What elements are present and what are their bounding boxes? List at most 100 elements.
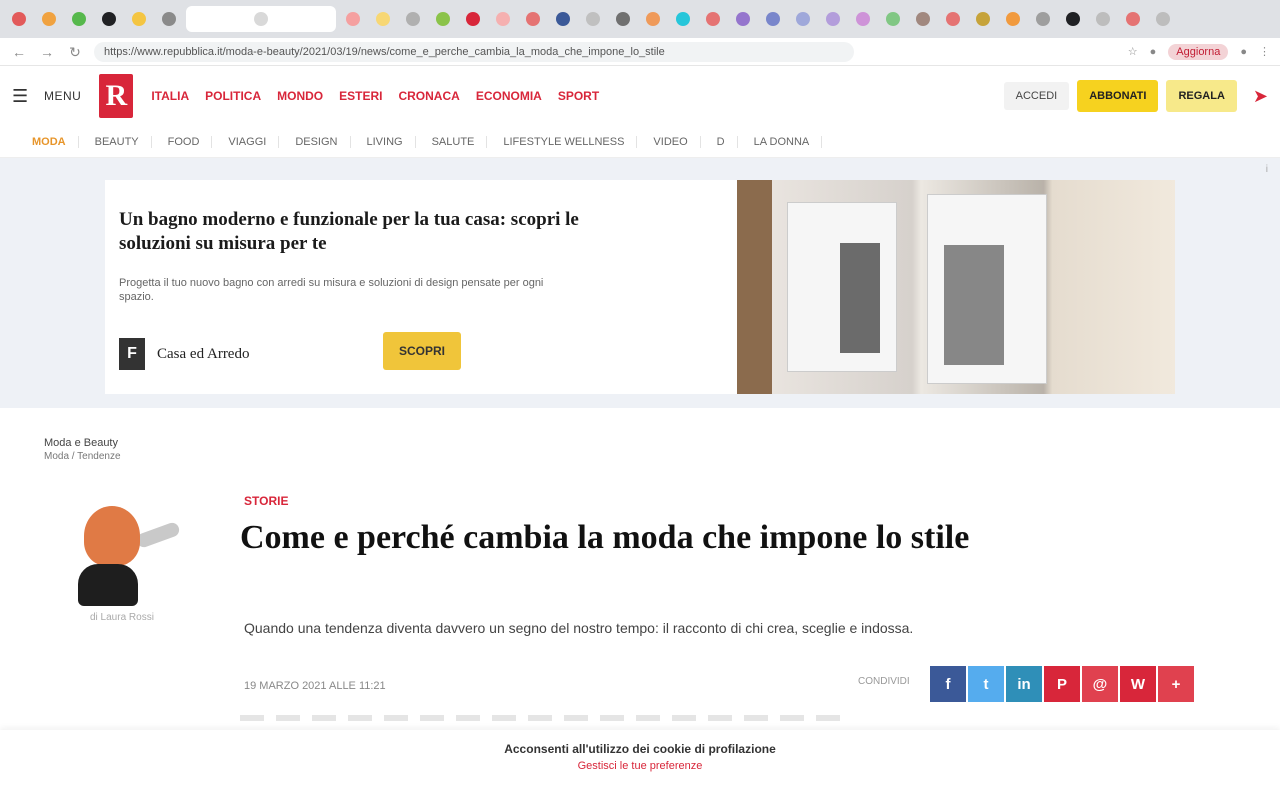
browser-tab[interactable] — [490, 6, 516, 32]
browser-tab[interactable] — [156, 6, 182, 32]
author-avatar[interactable] — [74, 506, 184, 606]
ad-description: Progetta il tuo nuovo bagno con arredi s… — [119, 277, 544, 303]
ad-brand-logo: F — [119, 338, 145, 370]
topnav-item[interactable]: MONDO — [277, 89, 323, 103]
star-icon[interactable]: ☆ — [1128, 45, 1138, 58]
tab-favicon-icon — [616, 12, 630, 26]
browser-tab[interactable] — [1090, 6, 1116, 32]
browser-tab[interactable] — [760, 6, 786, 32]
subnav-item[interactable]: DESIGN — [283, 135, 351, 148]
browser-tab[interactable] — [340, 6, 366, 32]
subnav-item[interactable]: FOOD — [156, 135, 213, 148]
address-bar[interactable]: https://www.repubblica.it/moda-e-beauty/… — [94, 41, 854, 62]
topnav-item[interactable]: POLITICA — [205, 89, 261, 103]
ad-banner[interactable]: Un bagno moderno e funzionale per la tua… — [105, 180, 1175, 394]
menu-label[interactable]: MENU — [44, 89, 81, 103]
browser-tab[interactable] — [970, 6, 996, 32]
subnav-item[interactable]: LIVING — [355, 135, 416, 148]
subnav-item[interactable]: VIDEO — [641, 135, 701, 148]
topnav-item[interactable]: CRONACA — [398, 89, 459, 103]
browser-tab[interactable] — [1060, 6, 1086, 32]
ad-image[interactable] — [737, 180, 1175, 394]
reload-icon[interactable]: ↻ — [66, 43, 84, 61]
forward-icon[interactable]: → — [38, 43, 56, 61]
browser-tab[interactable] — [820, 6, 846, 32]
update-button[interactable]: Aggiorna — [1168, 43, 1229, 60]
subnav-item[interactable]: LA DONNA — [742, 135, 823, 148]
subnav-item[interactable]: LIFESTYLE WELLNESS — [491, 135, 638, 148]
share-arrow-icon[interactable]: ➤ — [1253, 86, 1268, 107]
twitter-icon[interactable]: t — [968, 666, 1004, 702]
tab-favicon-icon — [796, 12, 810, 26]
browser-tab[interactable] — [96, 6, 122, 32]
browser-tab[interactable] — [550, 6, 576, 32]
browser-tab[interactable] — [850, 6, 876, 32]
browser-tab-active[interactable] — [186, 6, 336, 32]
topnav-item[interactable]: ITALIA — [151, 89, 189, 103]
browser-tab[interactable] — [520, 6, 546, 32]
subnav-item[interactable]: VIAGGI — [216, 135, 280, 148]
browser-tab[interactable] — [126, 6, 152, 32]
site-header: ☰ MENU R ITALIA POLITICA MONDO ESTERI CRONAC… — [0, 66, 1280, 126]
site-logo[interactable]: R — [99, 74, 134, 118]
subnav-item[interactable]: D — [705, 135, 738, 148]
article-kicker[interactable]: STORIE — [244, 494, 288, 508]
browser-tab[interactable] — [880, 6, 906, 32]
topnav-item[interactable]: ESTERI — [339, 89, 382, 103]
pinterest-icon[interactable]: P — [1044, 666, 1080, 702]
linkedin-icon[interactable]: in — [1006, 666, 1042, 702]
browser-tab[interactable] — [6, 6, 32, 32]
subscribe-button[interactable]: ABBONATI — [1077, 80, 1159, 112]
author-caption[interactable]: di Laura Rossi — [90, 612, 154, 623]
tab-favicon-icon — [72, 12, 86, 26]
breadcrumb[interactable]: Moda e Beauty Moda / Tendenze — [44, 436, 121, 464]
email-icon[interactable]: @ — [1082, 666, 1118, 702]
ad-info-icon[interactable]: i — [1266, 164, 1268, 175]
tab-favicon-icon — [162, 12, 176, 26]
browser-tab[interactable] — [460, 6, 486, 32]
topnav-item[interactable]: SPORT — [558, 89, 599, 103]
hamburger-menu-icon[interactable]: ☰ — [12, 86, 34, 107]
browser-tab[interactable] — [640, 6, 666, 32]
browser-tab[interactable] — [430, 6, 456, 32]
gift-button[interactable]: REGALA — [1166, 80, 1237, 112]
login-button[interactable]: ACCEDI — [1003, 82, 1070, 110]
browser-tab[interactable] — [1120, 6, 1146, 32]
profile-icon[interactable]: ● — [1240, 46, 1247, 58]
browser-tab[interactable] — [730, 6, 756, 32]
browser-tab[interactable] — [580, 6, 606, 32]
browser-tab[interactable] — [700, 6, 726, 32]
browser-tab[interactable] — [910, 6, 936, 32]
breadcrumb-section[interactable]: Moda e Beauty — [44, 436, 121, 450]
breadcrumb-subsection[interactable]: Moda / Tendenze — [44, 450, 121, 464]
extension-icon[interactable]: ● — [1150, 46, 1157, 58]
ad-image-panel — [927, 194, 1047, 384]
consent-link[interactable]: Gestisci le tue preferenze — [0, 760, 1280, 772]
kebab-menu-icon[interactable]: ⋮ — [1259, 45, 1270, 58]
browser-tab[interactable] — [1030, 6, 1056, 32]
browser-tab[interactable] — [36, 6, 62, 32]
browser-tab[interactable] — [400, 6, 426, 32]
browser-tab[interactable] — [790, 6, 816, 32]
browser-tab[interactable] — [610, 6, 636, 32]
address-url: https://www.repubblica.it/moda-e-beauty/… — [104, 45, 665, 58]
browser-tab[interactable] — [670, 6, 696, 32]
ad-cta-button[interactable]: SCOPRI — [383, 332, 462, 370]
more-icon[interactable]: + — [1158, 666, 1194, 702]
browser-tab[interactable] — [1000, 6, 1026, 32]
browser-tab[interactable] — [1150, 6, 1176, 32]
topnav-item[interactable]: ECONOMIA — [476, 89, 542, 103]
browser-tab[interactable] — [370, 6, 396, 32]
ad-title[interactable]: Un bagno moderno e funzionale per la tua… — [119, 208, 619, 256]
subnav-item[interactable]: MODA — [20, 135, 79, 148]
section-subnav: MODA BEAUTY FOOD VIAGGI DESIGN LIVING SALUTE LI… — [0, 126, 1280, 158]
facebook-icon[interactable]: f — [930, 666, 966, 702]
back-icon[interactable]: ← — [10, 43, 28, 61]
subnav-item[interactable]: BEAUTY — [83, 135, 152, 148]
tab-favicon-icon — [1036, 12, 1050, 26]
whatsapp-icon[interactable]: W — [1120, 666, 1156, 702]
article-lead: Quando una tendenza diventa davvero un s… — [244, 620, 914, 636]
browser-tab[interactable] — [940, 6, 966, 32]
browser-tab[interactable] — [66, 6, 92, 32]
subnav-item[interactable]: SALUTE — [420, 135, 488, 148]
